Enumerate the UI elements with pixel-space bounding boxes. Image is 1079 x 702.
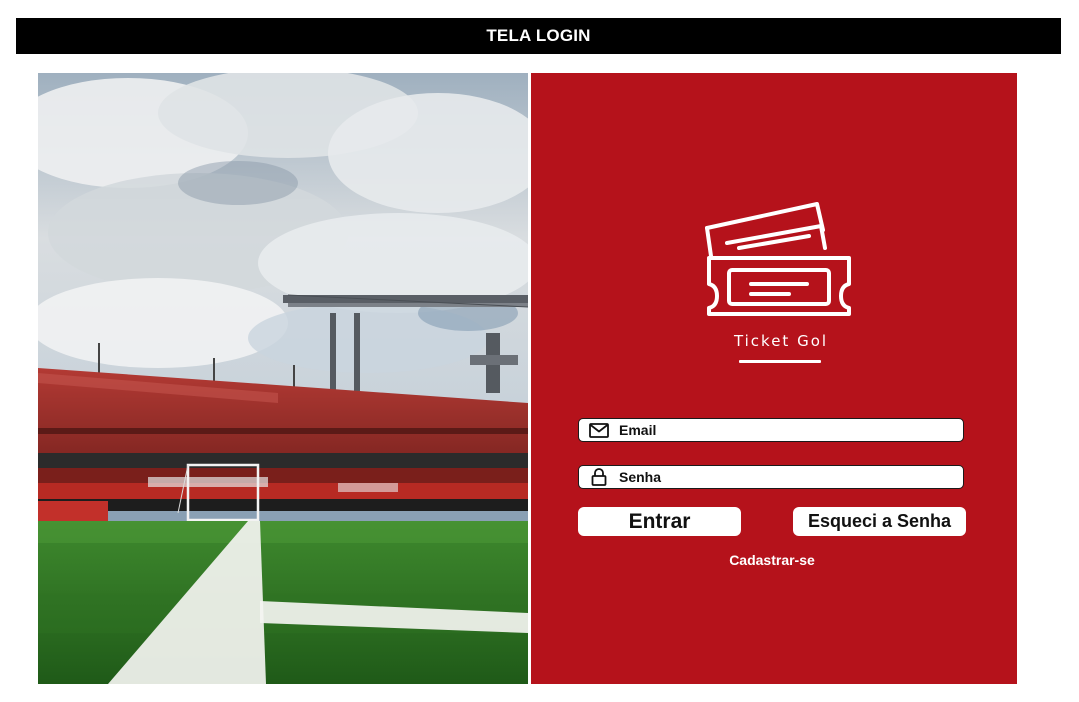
screen-title-bar: TELA LOGIN <box>16 18 1061 54</box>
email-label: Email <box>619 422 657 438</box>
brand-underline <box>739 360 821 363</box>
email-field[interactable]: Email <box>578 418 964 442</box>
tickets-icon <box>699 198 861 318</box>
password-label: Senha <box>619 469 662 485</box>
login-screen: TELA LOGIN Ticket Gol Email Senha Entrar… <box>0 0 1079 702</box>
screen-title: TELA LOGIN <box>486 26 591 45</box>
envelope-icon <box>589 421 609 439</box>
signup-link[interactable]: Cadastrar-se <box>691 552 853 568</box>
forgot-password-button[interactable]: Esqueci a Senha <box>793 507 966 536</box>
lock-icon <box>589 468 609 486</box>
login-panel: Ticket Gol Email Senha Entrar Esqueci a … <box>531 73 1017 684</box>
stadium-photo <box>38 73 528 684</box>
brand-name: Ticket Gol <box>733 332 829 350</box>
password-field[interactable]: Senha <box>578 465 964 489</box>
enter-button[interactable]: Entrar <box>578 507 741 536</box>
